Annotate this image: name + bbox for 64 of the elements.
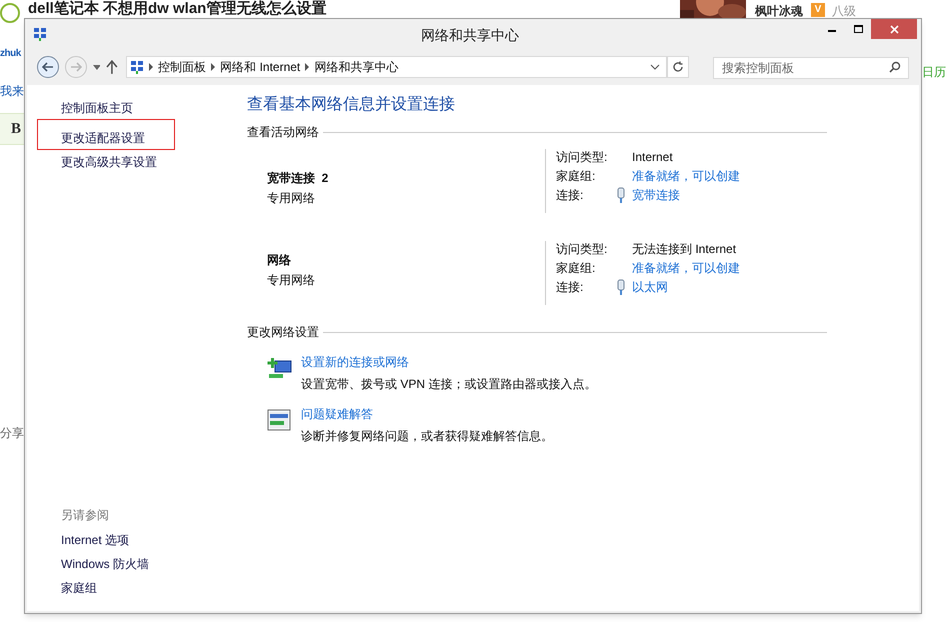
- page-text: 我来: [0, 83, 24, 100]
- see-also-link[interactable]: 家庭组: [61, 579, 247, 597]
- see-also-link[interactable]: Internet 选项: [61, 531, 247, 549]
- detail-value: 无法连接到 Internet: [632, 241, 736, 258]
- detail-link[interactable]: 宽带连接: [632, 186, 680, 204]
- search-field[interactable]: 搜索控制面板: [713, 57, 909, 79]
- sidebar-link[interactable]: 更改适配器设置: [37, 119, 175, 150]
- see-also-heading: 另请参阅: [61, 507, 110, 524]
- detail-label: 连接:: [556, 187, 584, 204]
- user-level: 八级: [832, 3, 856, 20]
- refresh-button[interactable]: [667, 56, 689, 78]
- section-heading: 更改网络设置: [247, 324, 319, 341]
- detail-label: 家庭组:: [556, 168, 596, 185]
- breadcrumb[interactable]: 网络和 Internet: [220, 58, 300, 76]
- tab-letter: B: [10, 120, 21, 139]
- breadcrumb[interactable]: 控制面板: [158, 58, 206, 76]
- detail-label: 家庭组:: [556, 260, 596, 277]
- detail-link[interactable]: 准备就绪，可以创建: [632, 167, 740, 185]
- chevron-down-icon[interactable]: [650, 64, 660, 70]
- task-link[interactable]: 设置新的连接或网络: [301, 353, 596, 371]
- cable-icon: [617, 279, 625, 295]
- maximize-icon: [854, 25, 862, 33]
- see-also-link[interactable]: Windows 防火墙: [61, 555, 247, 573]
- section-heading: 查看活动网络: [247, 124, 319, 141]
- network-icon: [130, 60, 144, 74]
- sidebar-link[interactable]: 更改高级共享设置: [37, 150, 247, 173]
- detail-value: Internet: [632, 149, 673, 166]
- address-bar[interactable]: 控制面板 网络和 Internet 网络和共享中心: [126, 56, 668, 78]
- troubleshoot-icon: [267, 409, 291, 431]
- network-type: 专用网络: [267, 190, 316, 207]
- window-title: 网络和共享中心: [421, 26, 519, 45]
- network-name: 宽带连接 2: [267, 170, 330, 187]
- breadcrumb[interactable]: 网络和共享中心: [314, 58, 398, 76]
- article-title: dell笔记本 不想用dw wlan管理无线怎么设置: [28, 1, 326, 17]
- page-heading: 查看基本网络信息并设置连接: [247, 95, 456, 115]
- search-icon: [889, 61, 901, 73]
- detail-link[interactable]: 以太网: [632, 278, 668, 296]
- share-text: 分享: [0, 425, 24, 442]
- network-icon: [33, 27, 47, 41]
- forward-arrow-icon: [70, 62, 82, 72]
- clock-icon: [0, 3, 20, 23]
- task-link[interactable]: 问题疑难解答: [301, 405, 553, 423]
- level-badge: V: [811, 3, 825, 17]
- network-type: 专用网络: [267, 272, 316, 289]
- refresh-icon: [672, 61, 684, 73]
- minimize-icon: [828, 30, 836, 32]
- user-name[interactable]: 枫叶冰魂: [755, 2, 803, 20]
- detail-label: 访问类型:: [556, 149, 608, 166]
- sidebar-link[interactable]: 控制面板主页: [37, 96, 247, 119]
- back-arrow-icon: [42, 62, 54, 72]
- network-name: 网络: [267, 252, 292, 269]
- close-button[interactable]: [871, 19, 917, 39]
- back-button[interactable]: [37, 56, 59, 78]
- new-connection-icon: [267, 357, 293, 381]
- task-description: 设置宽带、拨号或 VPN 连接；或设置路由器或接入点。: [301, 376, 596, 393]
- up-arrow-icon[interactable]: [106, 60, 118, 74]
- dropdown-icon[interactable]: [92, 64, 100, 70]
- detail-link[interactable]: 准备就绪，可以创建: [632, 259, 740, 277]
- author-link[interactable]: zhuk: [0, 46, 21, 61]
- close-icon: [890, 24, 898, 34]
- task-description: 诊断并修复网络问题，或者获得疑难解答信息。: [301, 428, 553, 445]
- detail-label: 访问类型:: [556, 241, 608, 258]
- cable-icon: [617, 187, 625, 203]
- detail-label: 连接:: [556, 279, 584, 296]
